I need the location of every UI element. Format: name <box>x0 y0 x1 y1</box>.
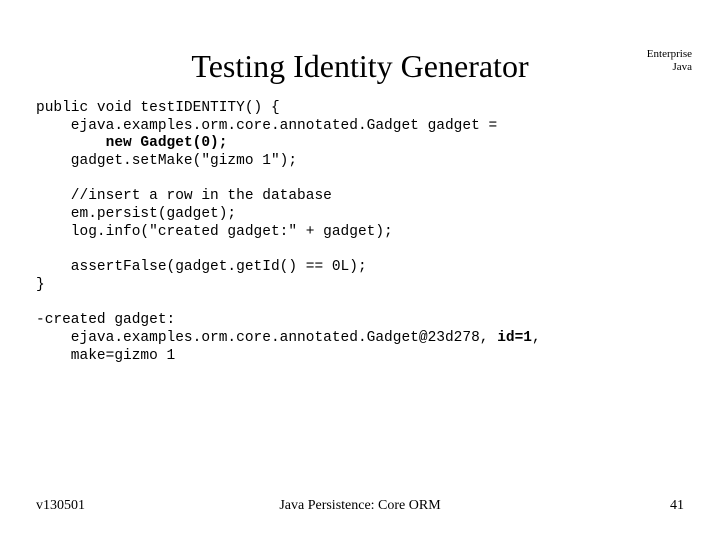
code-line: ejava.examples.orm.core.annotated.Gadget… <box>36 118 497 134</box>
footer-right: 41 <box>670 498 684 514</box>
code-line: log.info("created gadget:" + gadget); <box>36 224 393 240</box>
footer-center: Java Persistence: Core ORM <box>0 498 720 514</box>
top-right-line2: Java <box>672 61 692 73</box>
code-line: assertFalse(gadget.getId() == 0L); <box>36 259 367 275</box>
code-block: public void testIDENTITY() { ejava.examp… <box>36 100 684 365</box>
top-right-line1: Enterprise <box>647 48 692 60</box>
code-line: , <box>532 330 541 346</box>
slide: Testing Identity Generator Enterprise Ja… <box>0 0 720 540</box>
top-right-label: Enterprise Java <box>647 48 692 73</box>
code-line-bold: id=1 <box>497 330 532 346</box>
code-line: -created gadget: <box>36 312 175 328</box>
code-line: gadget.setMake("gizmo 1"); <box>36 153 297 169</box>
code-line: em.persist(gadget); <box>36 206 236 222</box>
code-line-indent <box>36 135 106 151</box>
code-line-bold: new Gadget(0); <box>106 135 228 151</box>
code-line: //insert a row in the database <box>36 188 332 204</box>
code-line: ejava.examples.orm.core.annotated.Gadget… <box>36 330 497 346</box>
slide-title: Testing Identity Generator <box>0 48 720 85</box>
code-line: public void testIDENTITY() { <box>36 100 280 116</box>
code-line: } <box>36 277 45 293</box>
code-line: make=gizmo 1 <box>36 348 175 364</box>
